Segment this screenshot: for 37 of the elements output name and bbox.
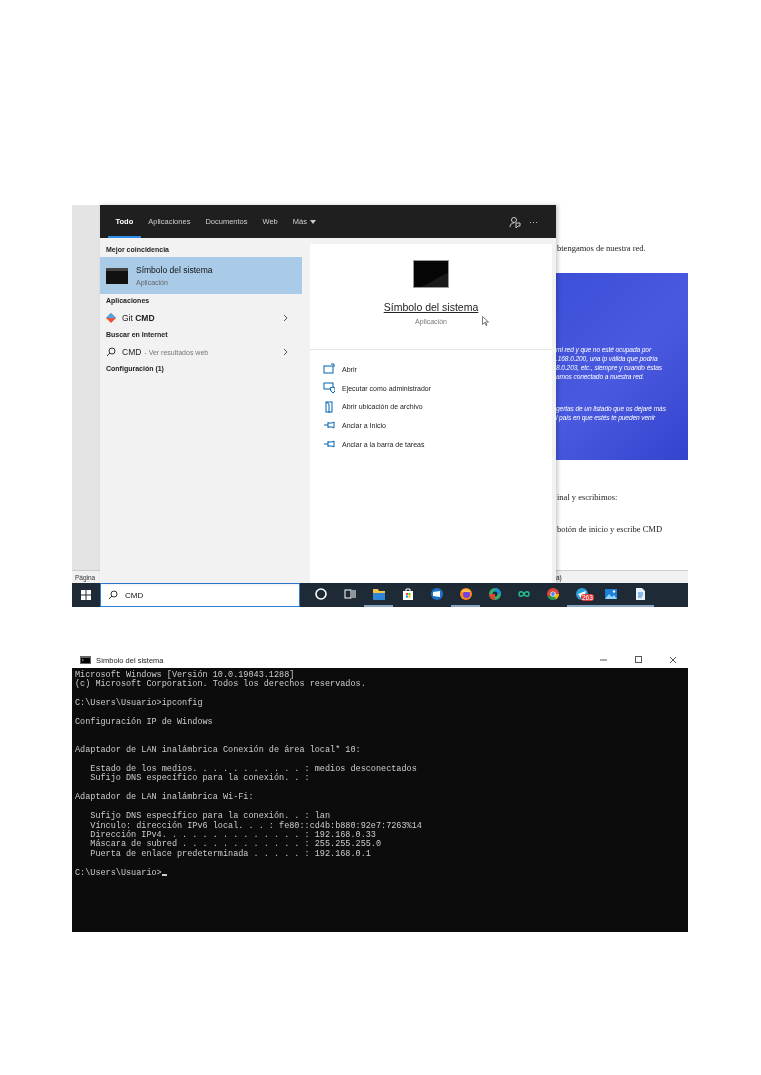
wheel-icon [545,587,560,601]
envelope-icon [429,587,444,601]
result-item[interactable]: Git CMD [100,308,302,328]
terminal-icon [413,260,449,288]
app-title-link[interactable]: Símbolo del sistema [383,301,479,313]
swirl-icon [487,587,502,601]
folder-icon [371,587,386,601]
task-view-icon [342,587,357,601]
result-label: Git CMD [122,313,156,323]
flame-circle-icon [458,587,473,601]
document-text: botón de inicio y escribe CMD [556,524,664,534]
search-icon [106,347,116,357]
terminal-icon [80,656,91,664]
chevron-icon [283,348,288,356]
pin-icon [323,419,335,432]
console-output: Microsoft Windows [Versión 10.0.19043.1288] (c) Microsoft Corporation. Todos los derechos reservados. C:\Users\Usuario>ipconfig Configuración IP de Windows Adaptador de LAN inalámbrica Conexión de área local* 10: Estado de los medios. . . . . . . . . . . : medios desconectados Sufijo DNS específico para la conexión. . : Adaptador de LAN inalámbrica Wi-Fi: Sufijo DNS específico para la conexión. . : lan Vínculo: dirección IPv6 local. . . : fe80::cd4b:b880:92e7:7263%14 Dirección IPv4. . . . . . . . . . . . . . : 192.168.0.33 Máscara de subred . . . . . . . . . . . . : 255.255.255.0 Puerta de enlace predeterminada . . . . . : 192.168.0.1 C:\Users\Usuario> [75,671,423,878]
windows-logo-icon [81,590,91,600]
document-text: inal y escribimos: [556,492,619,502]
file-icon [323,400,335,413]
mouse-pointer-icon [482,316,489,326]
result-label: CMD [122,347,142,357]
result-title: Símbolo del sistema [136,265,214,275]
minimize-icon [598,656,608,664]
landscape-icon [603,587,618,601]
more-button[interactable]: ··· [521,205,546,238]
shield-window-icon [323,382,335,395]
maximize-icon [633,656,643,664]
chevron-icon [283,314,288,322]
pin-icon [323,438,335,451]
terminal-icon [106,267,128,284]
close-icon [668,656,678,664]
search-field[interactable]: CMD [100,583,300,607]
document-text: btengamos de nuestra red. [556,243,647,253]
diamond-icon [106,313,116,323]
shopping-bag-icon [400,587,415,601]
feedback-icon[interactable] [509,215,521,228]
circle-icon [313,587,328,601]
